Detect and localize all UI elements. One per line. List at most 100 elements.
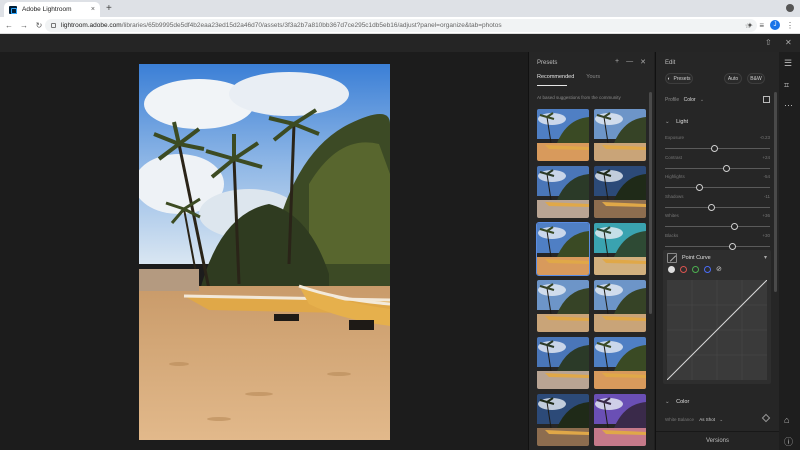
close-icon[interactable]: ✕ (785, 38, 792, 47)
slider-track[interactable] (665, 167, 770, 169)
tag-icon[interactable]: ⌂ (784, 415, 789, 425)
preset-thumbnail[interactable] (594, 166, 646, 218)
slider-contrast[interactable]: Contrast +24 (665, 155, 770, 174)
slider-knob[interactable] (710, 145, 718, 152)
slider-whites[interactable]: Whites +36 (665, 213, 770, 232)
active-tab-indicator (537, 85, 567, 86)
preset-thumbnail[interactable] (594, 337, 646, 389)
blue-channel-button[interactable] (704, 266, 711, 273)
slider-label: Shadows (665, 193, 684, 199)
slider-label: Contrast (665, 154, 683, 160)
lightroom-favicon-icon (9, 5, 17, 14)
edit-scrollbar[interactable] (774, 92, 777, 292)
edit-panel: Edit ◐ Presets Auto B&W Profile Color ⌄ … (655, 52, 779, 450)
auto-button[interactable]: Auto (724, 73, 742, 84)
profile-avatar[interactable]: J (770, 20, 780, 30)
slider-label: Exposure (665, 135, 685, 140)
presets-scrollbar[interactable] (649, 92, 652, 314)
slider-value: -54 (763, 174, 770, 179)
bw-button[interactable]: B&W (747, 73, 765, 84)
media-icon[interactable]: ≡ (759, 21, 764, 30)
eyedropper-icon[interactable] (761, 413, 771, 423)
slider-knob[interactable] (730, 223, 738, 230)
curve-menu-icon[interactable]: ▾ (764, 254, 767, 261)
slider-track[interactable] (665, 226, 770, 227)
close-panel-icon[interactable]: ✕ (640, 58, 646, 66)
chevron-down-icon: ⌄ (699, 97, 705, 103)
edit-sliders-icon[interactable]: ☰ (784, 58, 792, 69)
curve-graph[interactable] (666, 279, 768, 381)
presets-title: Presets (537, 60, 558, 66)
preset-thumbnail[interactable] (594, 280, 646, 332)
preset-thumbnail[interactable] (537, 394, 589, 446)
edit-title: Edit (665, 60, 676, 66)
slider-exposure[interactable]: Exposure -0.23 (665, 135, 770, 154)
slider-track[interactable] (665, 206, 770, 208)
color-section-header[interactable]: ⌄ Color (665, 399, 689, 405)
reload-button[interactable]: ↻ (33, 21, 45, 30)
slider-value: +30 (762, 232, 770, 238)
tab-yours[interactable]: Yours (586, 74, 600, 80)
chevron-down-icon: ⌄ (665, 119, 670, 125)
address-bar[interactable]: lightroom.adobe.com /libraries/65b9995de… (45, 19, 757, 32)
preset-thumbnail[interactable] (537, 109, 589, 161)
tab-recommended[interactable]: Recommended (537, 74, 574, 80)
preset-thumbnail[interactable] (536, 222, 590, 276)
green-channel-button[interactable] (692, 266, 699, 273)
slider-track[interactable] (665, 187, 770, 188)
light-section-header[interactable]: ⌄ Light (665, 119, 688, 125)
slider-label: Blacks (665, 232, 679, 238)
info-icon[interactable]: ⓘ (784, 435, 793, 448)
paperclip-icon[interactable]: ⊘ (716, 266, 722, 273)
slider-value: +24 (762, 154, 770, 160)
white-balance-row[interactable]: White Balance As Shot ⌄ (665, 417, 723, 423)
browser-tabstrip: Adobe Lightroom × + (0, 0, 800, 17)
preset-thumbnail[interactable] (537, 280, 589, 332)
preset-thumbnail[interactable] (594, 223, 646, 275)
share-icon[interactable]: ⇧ (765, 38, 772, 47)
add-preset-icon[interactable]: + (615, 58, 619, 66)
point-curve-title: Point Curve (682, 255, 711, 261)
new-tab-button[interactable]: + (106, 3, 112, 14)
tab-close-icon[interactable]: × (91, 6, 95, 13)
slider-knob[interactable] (728, 242, 736, 250)
slider-value: +36 (762, 213, 770, 218)
preset-thumbnail[interactable] (594, 109, 646, 161)
crop-icon[interactable]: ⌗ (784, 80, 789, 91)
beach-photo[interactable] (139, 64, 390, 440)
preset-thumbnail[interactable] (537, 337, 589, 389)
slider-knob[interactable] (707, 203, 715, 211)
forward-button[interactable]: → (18, 21, 30, 30)
rgb-channel-button[interactable] (668, 266, 675, 273)
minimize-icon[interactable]: — (626, 58, 633, 66)
slider-knob[interactable] (696, 184, 704, 191)
preset-thumbnail[interactable] (594, 394, 646, 446)
profile-label: Profile (665, 97, 680, 103)
back-button[interactable]: ← (3, 21, 15, 30)
presets-button[interactable]: ◐ Presets (665, 73, 693, 84)
profile-row[interactable]: Profile Color ⌄ (665, 97, 704, 103)
red-channel-button[interactable] (680, 266, 687, 273)
browser-tab[interactable]: Adobe Lightroom × (4, 2, 100, 17)
more-icon[interactable]: ⋯ (784, 100, 793, 111)
tool-rail: ☰ ⌗ ⋯ ⌂ ⓘ (779, 52, 800, 450)
slider-shadows[interactable]: Shadows -11 (665, 194, 770, 213)
browser-menu-icon[interactable]: ⋮ (786, 21, 794, 30)
presets-button-label: Presets (673, 75, 691, 82)
curve-icon (667, 253, 677, 263)
url-path: /libraries/65b9995de5df4b2eaa23ed15d2a46… (121, 22, 502, 29)
slider-label: Whites (665, 213, 679, 218)
browse-profiles-icon[interactable] (763, 96, 770, 103)
preset-thumbnail[interactable] (537, 166, 589, 218)
profile-value: Color (683, 97, 696, 103)
slider-knob[interactable] (723, 164, 731, 172)
extensions-icon[interactable]: ✦ (747, 21, 754, 30)
white-balance-value: As Shot (699, 417, 716, 422)
slider-blacks[interactable]: Blacks +30 (665, 233, 770, 252)
slider-highlights[interactable]: Highlights -54 (665, 174, 770, 193)
slider-track[interactable] (665, 245, 770, 247)
versions-button[interactable]: Versions (656, 431, 779, 450)
lock-icon (51, 23, 56, 28)
browser-menu-dot-icon[interactable] (786, 4, 794, 12)
point-curve-card: Point Curve ▾ ⊘ (663, 250, 771, 384)
